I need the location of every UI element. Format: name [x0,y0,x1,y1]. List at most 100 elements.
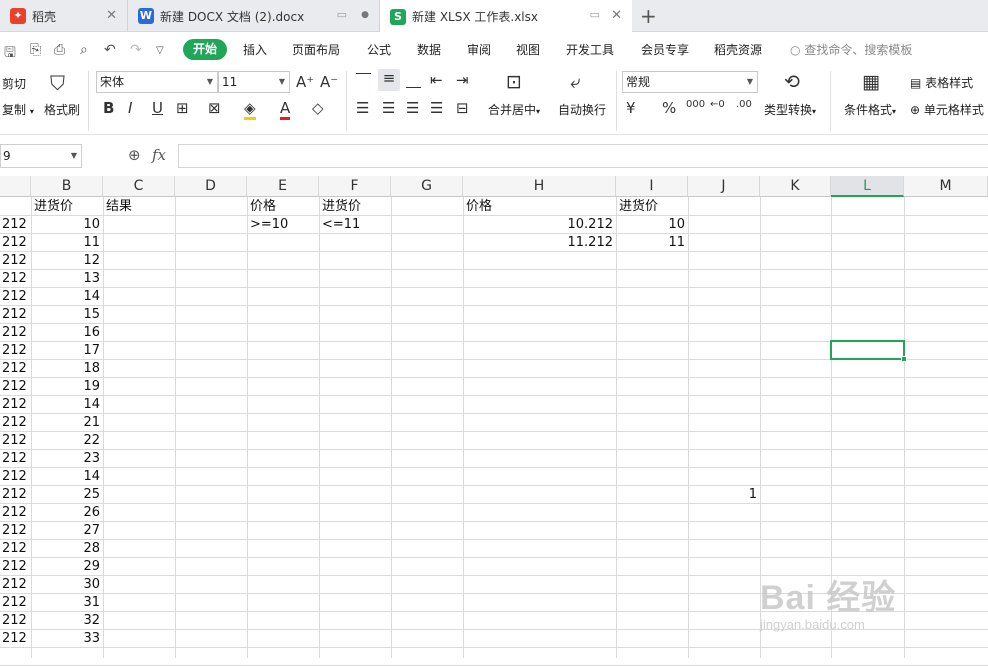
cell-a[interactable]: 212 [2,468,31,486]
tab-page-layout[interactable]: 页面布局 [292,41,340,58]
cell-b[interactable]: 11 [31,234,103,252]
cell-a[interactable]: 212 [2,252,31,270]
save-icon[interactable]: 🖫 [4,42,16,66]
cell-b[interactable]: 23 [31,450,103,468]
column-header-a[interactable] [0,176,31,197]
align-top-icon[interactable]: ⎺ [356,71,371,89]
cell-a[interactable]: 212 [2,306,31,324]
close-icon[interactable]: ✕ [611,8,622,23]
cell-a[interactable]: 212 [2,342,31,360]
cell-a[interactable]: 212 [2,450,31,468]
cell-b[interactable]: 25 [31,486,103,504]
fill-handle[interactable] [901,356,907,362]
cell-b[interactable]: 16 [31,324,103,342]
align-bottom-icon[interactable]: ⎽ [406,71,421,89]
window-restore-icon[interactable]: ▭ [590,8,600,21]
cell-b[interactable]: 14 [31,288,103,306]
cell-b[interactable]: 12 [31,252,103,270]
cell-a[interactable]: 212 [2,504,31,522]
tab-formulas[interactable]: 公式 [367,41,391,58]
border-icon[interactable]: ⊞ [176,99,189,117]
cell-a[interactable]: 212 [2,612,31,630]
print-preview-icon[interactable]: ⌕ [80,42,88,58]
align-right-icon[interactable]: ☰ [406,99,419,117]
tab-view[interactable]: 视图 [516,41,540,58]
cell-f1[interactable]: 进货价 [322,198,390,216]
cell-b1[interactable]: 进货价 [34,198,102,216]
formula-input[interactable] [178,144,988,168]
align-center-icon[interactable]: ☰ [382,99,395,117]
cell-b[interactable]: 13 [31,270,103,288]
currency-icon[interactable]: ¥ [626,99,636,117]
cell-a[interactable]: 212 [2,576,31,594]
export-pdf-icon[interactable]: ⎘ [30,42,41,58]
close-icon[interactable]: ✕ [106,8,117,23]
column-header-c[interactable]: C [103,176,175,197]
cell-b[interactable]: 32 [31,612,103,630]
cell-b[interactable]: 30 [31,576,103,594]
tab-member[interactable]: 会员专享 [641,41,689,58]
increase-font-icon[interactable]: A⁺ [296,73,314,91]
cell-j17[interactable]: 1 [688,486,760,504]
underline-icon[interactable]: U [152,99,163,117]
cell-a[interactable]: 212 [2,360,31,378]
increase-decimal-icon[interactable]: ←0 [710,99,725,110]
cell-a[interactable]: 212 [2,396,31,414]
conditional-format-button[interactable]: 条件格式▾ [844,101,896,118]
cell-i2[interactable]: 10 [616,216,688,234]
auto-wrap-button[interactable]: 自动换行 [558,101,606,118]
cell-a[interactable]: 212 [2,378,31,396]
column-header-f[interactable]: F [319,176,391,197]
command-search[interactable]: ○ 查找命令、搜索模板 [790,41,912,58]
font-name-select[interactable]: 宋体 ▼ [96,71,218,93]
tab-daoke[interactable]: ✦ 稻壳 ✕ [0,0,128,32]
print-icon[interactable]: ⎙ [54,42,65,58]
font-size-select[interactable]: 11 ▼ [218,71,290,93]
cell-b[interactable]: 10 [31,216,103,234]
percent-icon[interactable]: % [662,99,676,117]
name-box[interactable]: 9 ▼ [0,144,82,168]
bold-icon[interactable]: B [103,99,114,117]
cell-i3[interactable]: 11 [616,234,688,252]
cell-a[interactable]: 212 [2,522,31,540]
format-painter-button[interactable]: 格式刷 [44,101,80,118]
increase-indent-icon[interactable]: ⇥ [456,71,469,89]
tab-insert[interactable]: 插入 [243,41,267,58]
cell-f2[interactable]: <=11 [322,216,390,234]
cell-i1[interactable]: 进货价 [619,198,687,216]
cell-a[interactable]: 212 [2,324,31,342]
tab-daoke-resources[interactable]: 稻壳资源 [714,41,762,58]
table-style-button[interactable]: ▤ 表格样式 [910,74,973,91]
column-header-g[interactable]: G [391,176,463,197]
number-format-select[interactable]: 常规 ▼ [622,71,758,93]
cell-a[interactable]: 212 [2,216,31,234]
column-header-b[interactable]: B [31,176,103,197]
cut-button[interactable]: 剪切 [2,75,26,92]
tab-developer[interactable]: 开发工具 [566,41,614,58]
tab-docx[interactable]: W 新建 DOCX 文档 (2).docx ▭ ● [128,0,380,32]
window-restore-icon[interactable]: ▭ [337,8,347,21]
cell-a[interactable]: 212 [2,270,31,288]
column-header-i[interactable]: I [616,176,688,197]
align-left-icon[interactable]: ☰ [356,99,369,117]
cell-b[interactable]: 14 [31,468,103,486]
copy-button[interactable]: 复制 ▾ [2,101,34,118]
cell-b[interactable]: 27 [31,522,103,540]
cell-a[interactable]: 212 [2,558,31,576]
merge-center-button[interactable]: 合并居中▾ [488,101,540,118]
cell-b[interactable]: 19 [31,378,103,396]
cell-a[interactable]: 212 [2,288,31,306]
cell-a[interactable]: 212 [2,540,31,558]
cell-h2[interactable]: 10.212 [463,216,616,234]
cell-a[interactable]: 212 [2,486,31,504]
decrease-font-icon[interactable]: A⁻ [320,73,338,91]
tab-review[interactable]: 审阅 [467,41,491,58]
align-middle-icon[interactable]: ≡ [378,69,400,91]
zoom-search-icon[interactable]: ⊕ [128,146,141,164]
column-header-h[interactable]: H [463,176,616,197]
cell-a[interactable]: 212 [2,630,31,648]
undo-icon[interactable]: ↶ [104,42,116,58]
cell-h1[interactable]: 价格 [466,198,614,216]
type-convert-button[interactable]: 类型转换▾ [764,101,816,118]
new-tab-icon[interactable]: + [640,4,657,28]
